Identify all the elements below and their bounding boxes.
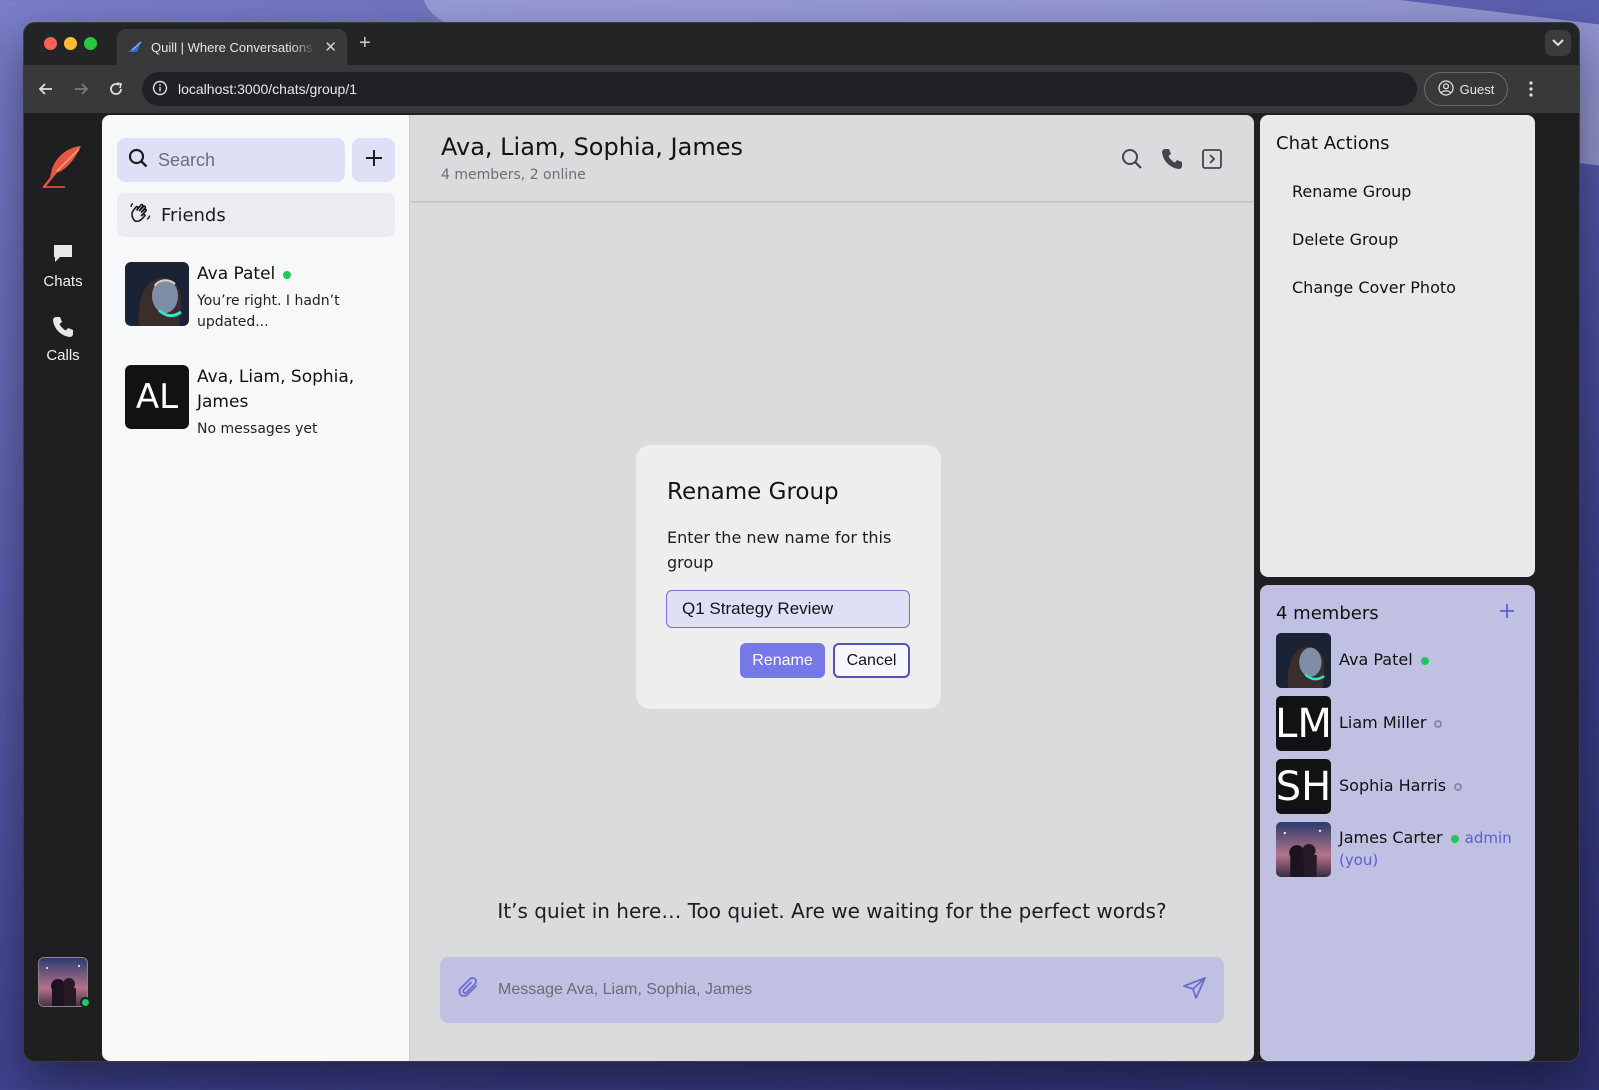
message-composer: Message Ava, Liam, Sophia, James bbox=[440, 957, 1224, 1023]
phone-icon bbox=[51, 315, 75, 343]
change-cover-photo-action[interactable]: Change Cover Photo bbox=[1292, 278, 1456, 297]
chat-list-item[interactable]: AL Ava, Liam, Sophia, James No messages … bbox=[125, 365, 395, 440]
offline-status-dot bbox=[1454, 782, 1463, 791]
rename-group-dialog: Rename Group Enter the new name for this… bbox=[636, 445, 941, 709]
search-icon bbox=[128, 148, 148, 173]
avatar bbox=[1276, 822, 1331, 877]
search-placeholder: Search bbox=[158, 149, 216, 170]
close-tab-icon[interactable]: ✕ bbox=[324, 38, 337, 56]
member-item[interactable]: Ava Patel bbox=[1276, 633, 1526, 688]
conversation-subtitle: 4 members, 2 online bbox=[441, 167, 586, 183]
member-name: James Carter bbox=[1339, 828, 1443, 847]
browser-window: Quill | Where Conversations F ✕ + localh… bbox=[23, 22, 1580, 1062]
phone-icon[interactable] bbox=[1160, 147, 1184, 171]
chat-actions-panel: Chat Actions Rename Group Delete Group C… bbox=[1260, 115, 1535, 577]
avatar: AL bbox=[125, 365, 189, 429]
new-chat-button[interactable] bbox=[352, 138, 395, 182]
tab-search-chevron-icon[interactable] bbox=[1545, 30, 1571, 56]
quill-app: Chats Calls Search Friends Ava Patel You… bbox=[24, 113, 1579, 1061]
search-icon[interactable] bbox=[1120, 147, 1144, 171]
chat-bubble-icon bbox=[51, 241, 75, 269]
members-panel: 4 members Ava Patel LM Liam Miller SH So… bbox=[1260, 585, 1535, 1061]
message-input[interactable]: Message Ava, Liam, Sophia, James bbox=[498, 981, 1166, 999]
online-status-dot bbox=[283, 270, 292, 279]
member-name: Liam Miller bbox=[1339, 713, 1427, 732]
delete-group-action[interactable]: Delete Group bbox=[1292, 230, 1398, 249]
quill-logo-icon[interactable] bbox=[41, 143, 85, 189]
conversation-header: Ava, Liam, Sophia, James 4 members, 2 on… bbox=[410, 115, 1254, 203]
avatar bbox=[125, 262, 189, 326]
dialog-description: Enter the new name for this group bbox=[667, 528, 892, 572]
empty-conversation-message: It’s quiet in here… Too quiet. Are we wa… bbox=[497, 899, 1167, 923]
chat-name: Ava Patel bbox=[197, 264, 276, 284]
member-name: Ava Patel bbox=[1339, 650, 1413, 669]
chat-preview: You’re right. I hadn’t updated... bbox=[197, 293, 340, 330]
plus-icon bbox=[365, 149, 383, 172]
conversation-title: Ava, Liam, Sophia, James bbox=[441, 133, 743, 161]
group-name-input[interactable] bbox=[666, 590, 910, 628]
rename-group-action[interactable]: Rename Group bbox=[1292, 182, 1411, 201]
chat-preview: No messages yet bbox=[197, 421, 318, 437]
rail-calls-label: Calls bbox=[46, 347, 80, 364]
members-count-title: 4 members bbox=[1276, 603, 1379, 624]
friends-label: Friends bbox=[161, 204, 226, 226]
avatar: LM bbox=[1276, 696, 1331, 751]
waving-hand-icon bbox=[128, 201, 152, 230]
friends-button[interactable]: Friends bbox=[117, 193, 395, 237]
add-member-plus-icon[interactable] bbox=[1497, 601, 1517, 621]
conversation-pane: Ava, Liam, Sophia, James 4 members, 2 on… bbox=[409, 115, 1254, 1061]
member-item[interactable]: SH Sophia Harris bbox=[1276, 759, 1526, 814]
toggle-panel-icon[interactable] bbox=[1200, 147, 1224, 171]
rail-calls[interactable]: Calls bbox=[24, 315, 102, 364]
cancel-button[interactable]: Cancel bbox=[833, 643, 910, 678]
dialog-title: Rename Group bbox=[667, 479, 839, 505]
nav-rail: Chats Calls bbox=[24, 113, 102, 1061]
new-tab-icon[interactable]: + bbox=[359, 33, 371, 53]
rename-button[interactable]: Rename bbox=[740, 643, 825, 678]
profile-button[interactable]: Guest bbox=[1424, 72, 1508, 106]
url-text: localhost:3000/chats/group/1 bbox=[178, 81, 358, 97]
search-input[interactable]: Search bbox=[117, 138, 345, 182]
avatar bbox=[1276, 633, 1331, 688]
chat-list-item[interactable]: Ava Patel You’re right. I hadn’t updated… bbox=[125, 262, 395, 333]
site-info-icon[interactable] bbox=[152, 80, 168, 99]
browser-tab[interactable]: Quill | Where Conversations F ✕ bbox=[117, 29, 347, 65]
address-bar[interactable]: localhost:3000/chats/group/1 bbox=[142, 72, 1417, 106]
browser-toolbar: localhost:3000/chats/group/1 Guest bbox=[24, 65, 1579, 113]
online-status-dot bbox=[1420, 656, 1429, 665]
quill-favicon-icon bbox=[127, 40, 143, 54]
reload-icon[interactable] bbox=[104, 77, 128, 101]
paperclip-icon[interactable] bbox=[456, 975, 482, 1006]
send-icon[interactable] bbox=[1182, 975, 1208, 1006]
tab-bar: Quill | Where Conversations F ✕ + bbox=[24, 23, 1579, 65]
avatar-initials: AL bbox=[125, 365, 189, 429]
avatar-initials: LM bbox=[1276, 696, 1331, 751]
online-status-dot bbox=[80, 997, 91, 1008]
chat-name: Ava, Liam, Sophia, James bbox=[197, 367, 355, 412]
tab-title: Quill | Where Conversations F bbox=[151, 39, 317, 55]
back-arrow-icon[interactable] bbox=[34, 77, 58, 101]
avatar-initials: SH bbox=[1276, 759, 1331, 814]
you-label: (you) bbox=[1339, 851, 1379, 869]
member-item[interactable]: LM Liam Miller bbox=[1276, 696, 1526, 751]
close-window-button[interactable] bbox=[44, 37, 57, 50]
forward-arrow-icon[interactable] bbox=[69, 77, 93, 101]
maximize-window-button[interactable] bbox=[84, 37, 97, 50]
rail-chats-label: Chats bbox=[43, 273, 83, 290]
offline-status-dot bbox=[1434, 719, 1443, 728]
chat-actions-title: Chat Actions bbox=[1276, 133, 1390, 154]
member-name: Sophia Harris bbox=[1339, 776, 1447, 795]
chat-list-sidebar: Search Friends Ava Patel You’re right. I… bbox=[102, 115, 409, 1061]
profile-label: Guest bbox=[1459, 81, 1495, 97]
minimize-window-button[interactable] bbox=[64, 37, 77, 50]
online-status-dot bbox=[1450, 834, 1459, 843]
avatar: SH bbox=[1276, 759, 1331, 814]
browser-menu-icon[interactable] bbox=[1521, 79, 1541, 99]
admin-badge: admin bbox=[1464, 829, 1512, 847]
rail-chats[interactable]: Chats bbox=[24, 241, 102, 290]
profile-icon bbox=[1438, 79, 1454, 99]
member-item[interactable]: James Carter admin (you) bbox=[1276, 822, 1526, 877]
